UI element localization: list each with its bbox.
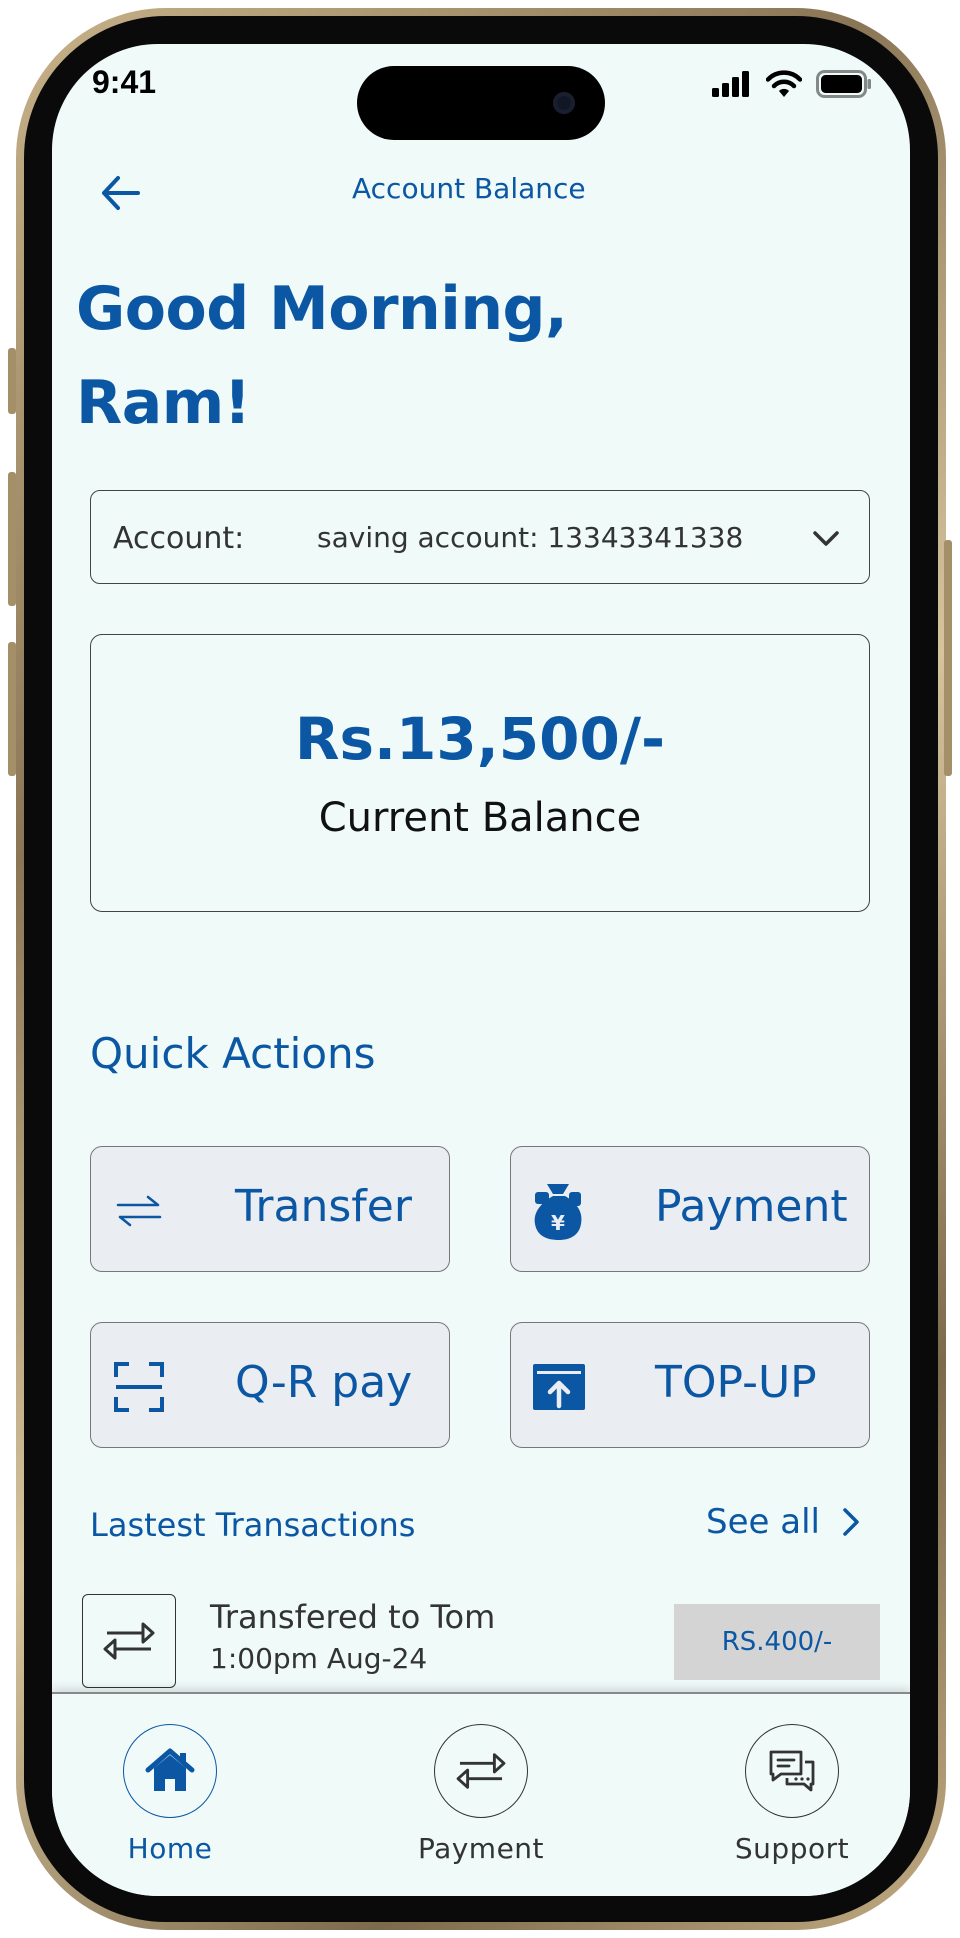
account-select[interactable]: Account: saving account: 13343341338 bbox=[90, 490, 870, 584]
transaction-name: Transfered to Tom bbox=[210, 1598, 496, 1636]
cellular-signal-icon bbox=[712, 71, 749, 97]
nav-payment-label: Payment bbox=[417, 1832, 545, 1865]
volume-down-button bbox=[8, 642, 16, 776]
nav-home[interactable]: Home bbox=[90, 1724, 250, 1865]
transfer-arrows-icon bbox=[434, 1724, 528, 1818]
payment-button[interactable]: ¥ Payment bbox=[510, 1146, 870, 1272]
nav-support[interactable]: Support bbox=[712, 1724, 872, 1865]
see-all-label: See all bbox=[706, 1502, 820, 1542]
battery-icon bbox=[816, 70, 871, 98]
status-icons bbox=[712, 70, 872, 98]
arrow-left-icon bbox=[102, 176, 140, 210]
transfer-arrows-icon bbox=[111, 1183, 167, 1239]
greeting: Good Morning, Ram! bbox=[76, 262, 568, 450]
chevron-down-icon bbox=[813, 531, 839, 546]
nav-support-label: Support bbox=[734, 1832, 850, 1865]
bottom-nav: Home Payment Support bbox=[52, 1692, 910, 1896]
money-bag-icon: ¥ bbox=[531, 1183, 587, 1240]
volume-up-button bbox=[8, 472, 16, 606]
chevron-right-icon bbox=[843, 1508, 859, 1536]
transfer-button[interactable]: Transfer bbox=[90, 1146, 450, 1272]
top-up-label: TOP-UP bbox=[655, 1357, 817, 1408]
top-up-icon bbox=[531, 1359, 587, 1415]
transfer-arrows-icon bbox=[82, 1594, 176, 1688]
dynamic-island bbox=[357, 66, 605, 140]
transfer-label: Transfer bbox=[235, 1181, 412, 1232]
top-up-button[interactable]: TOP-UP bbox=[510, 1322, 870, 1448]
transaction-amount: RS.400/- bbox=[674, 1604, 880, 1680]
svg-text:¥: ¥ bbox=[551, 1211, 565, 1235]
camera-icon bbox=[553, 92, 575, 114]
power-button bbox=[944, 540, 952, 776]
action-button bbox=[8, 348, 16, 414]
transaction-time: 1:00pm Aug-24 bbox=[210, 1642, 428, 1675]
account-label: Account: bbox=[113, 521, 245, 556]
quick-actions-title: Quick Actions bbox=[90, 1029, 376, 1078]
greeting-line-1: Good Morning, bbox=[76, 274, 568, 344]
page-title: Account Balance bbox=[352, 172, 586, 205]
payment-label: Payment bbox=[655, 1181, 848, 1232]
balance-amount: Rs.13,500/- bbox=[294, 705, 666, 773]
wifi-icon bbox=[766, 70, 802, 97]
status-time: 9:41 bbox=[92, 64, 157, 100]
balance-label: Current Balance bbox=[318, 795, 642, 841]
qr-pay-label: Q-R pay bbox=[235, 1357, 413, 1408]
phone-screen: 9:41 Account Balance Good Morning, Ram! bbox=[52, 44, 910, 1896]
transactions-title: Lastest Transactions bbox=[90, 1506, 416, 1544]
qr-pay-button[interactable]: Q-R pay bbox=[90, 1322, 450, 1448]
home-icon bbox=[123, 1724, 217, 1818]
chat-support-icon bbox=[745, 1724, 839, 1818]
nav-home-label: Home bbox=[127, 1832, 213, 1865]
transaction-row[interactable]: Transfered to Tom 1:00pm Aug-24 RS.400/- bbox=[82, 1594, 882, 1694]
see-all-link[interactable]: See all bbox=[706, 1502, 862, 1542]
greeting-line-2: Ram! bbox=[76, 368, 251, 438]
balance-card: Rs.13,500/- Current Balance bbox=[90, 634, 870, 912]
account-value: saving account: 13343341338 bbox=[317, 521, 744, 554]
nav-payment[interactable]: Payment bbox=[401, 1724, 561, 1865]
back-button[interactable] bbox=[96, 168, 146, 218]
qr-scan-icon bbox=[111, 1359, 167, 1415]
